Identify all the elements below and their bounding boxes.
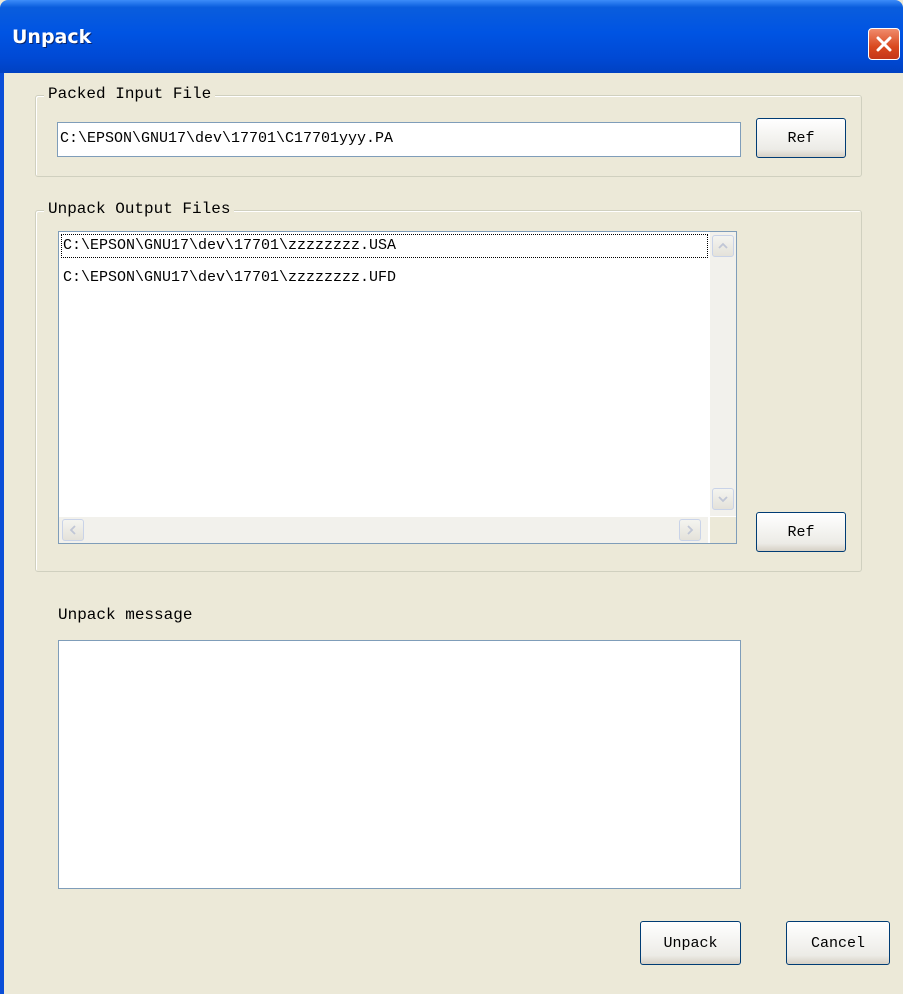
cancel-button[interactable]: Cancel bbox=[786, 921, 890, 965]
title-bar[interactable]: Unpack bbox=[0, 0, 903, 73]
packed-input-ref-button[interactable]: Ref bbox=[756, 118, 846, 158]
scrollbar-corner bbox=[710, 517, 736, 543]
unpack-message-area[interactable] bbox=[58, 640, 741, 889]
chevron-up-icon bbox=[718, 242, 728, 249]
close-icon bbox=[876, 36, 892, 52]
scroll-down-button[interactable] bbox=[712, 488, 734, 510]
scroll-left-button[interactable] bbox=[62, 519, 84, 541]
chevron-right-icon bbox=[687, 525, 694, 535]
unpack-output-legend: Unpack Output Files bbox=[44, 200, 235, 218]
unpack-dialog: Unpack Packed Input File C:\EPSON\GNU17\… bbox=[0, 0, 903, 994]
chevron-down-icon bbox=[718, 496, 728, 503]
unpack-message-label: Unpack message bbox=[58, 606, 193, 624]
window-border bbox=[0, 73, 4, 994]
output-files-list[interactable]: C:\EPSON\GNU17\dev\17701\zzzzzzzz.USA C:… bbox=[58, 231, 737, 544]
packed-input-path-value: C:\EPSON\GNU17\dev\17701\C17701yyy.PA bbox=[60, 130, 394, 147]
unpack-button[interactable]: Unpack bbox=[640, 921, 741, 965]
unpack-output-ref-button[interactable]: Ref bbox=[756, 512, 846, 552]
packed-input-path-field[interactable]: C:\EPSON\GNU17\dev\17701\C17701yyy.PA bbox=[57, 122, 741, 157]
horizontal-scrollbar[interactable] bbox=[59, 517, 708, 543]
list-item[interactable]: C:\EPSON\GNU17\dev\17701\zzzzzzzz.USA bbox=[61, 234, 708, 258]
chevron-left-icon bbox=[69, 525, 76, 535]
close-button[interactable] bbox=[868, 28, 900, 60]
vertical-scrollbar[interactable] bbox=[710, 232, 736, 516]
list-item[interactable]: C:\EPSON\GNU17\dev\17701\zzzzzzzz.UFD bbox=[61, 266, 396, 290]
scroll-up-button[interactable] bbox=[712, 235, 734, 257]
window-title: Unpack bbox=[12, 26, 92, 48]
packed-input-legend: Packed Input File bbox=[44, 85, 216, 103]
scroll-right-button[interactable] bbox=[679, 519, 701, 541]
